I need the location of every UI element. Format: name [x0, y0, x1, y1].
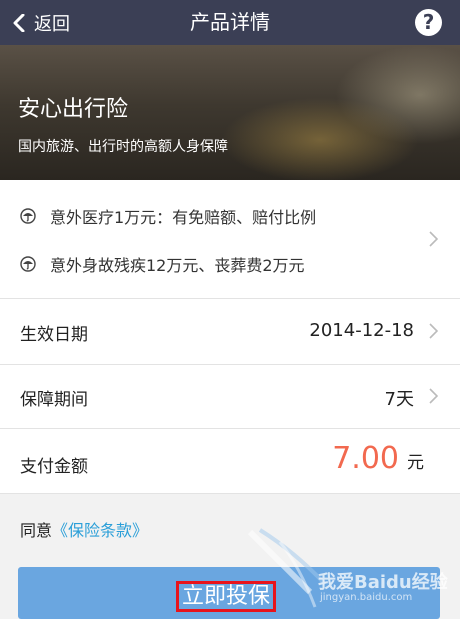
product-name: 安心出行险 [18, 97, 129, 122]
page-title: 产品详情 [190, 10, 270, 34]
top-nav-bar: 返回 产品详情 ? [0, 0, 460, 45]
umbrella-icon [20, 256, 36, 272]
benefit-item: 意外医疗1万元：有免赔额、赔付比例 [20, 204, 316, 228]
coverage-period-label: 保障期间 [20, 390, 88, 410]
payment-amount-value: 7.00 [332, 441, 399, 476]
buy-now-label: 立即投保 [176, 581, 276, 612]
product-subtitle: 国内旅游、出行时的高额人身保障 [18, 139, 228, 155]
chevron-right-icon [429, 231, 438, 247]
payment-amount-label: 支付金额 [20, 457, 88, 477]
coverage-period-row[interactable]: 保障期间 7天 [0, 365, 460, 429]
help-icon[interactable]: ? [415, 9, 442, 36]
benefit-text: 意外身故残疾12万元、丧葬费2万元 [50, 256, 305, 275]
product-banner: 安心出行险 国内旅游、出行时的高额人身保障 [0, 45, 460, 180]
effective-date-value: 2014-12-18 [309, 320, 414, 341]
benefit-text: 意外医疗1万元：有免赔额、赔付比例 [50, 208, 317, 227]
umbrella-icon [20, 208, 36, 224]
payment-amount-unit: 元 [407, 453, 424, 473]
chevron-right-icon [429, 388, 438, 404]
benefits-section[interactable]: 意外医疗1万元：有免赔额、赔付比例 意外身故残疾12万元、丧葬费2万元 [0, 180, 460, 299]
terms-link[interactable]: 《保险条款》 [52, 521, 148, 540]
terms-prefix: 同意 [20, 521, 53, 540]
terms-agreement: 同意《保险条款》 [20, 517, 148, 541]
buy-now-button[interactable]: 立即投保 [18, 567, 440, 619]
coverage-period-value: 7天 [384, 389, 414, 410]
benefit-item: 意外身故残疾12万元、丧葬费2万元 [20, 252, 305, 276]
effective-date-row[interactable]: 生效日期 2014-12-18 [0, 299, 460, 365]
payment-amount-row: 支付金额 7.00 元 [0, 429, 460, 494]
payment-amount: 7.00 元 [332, 441, 424, 476]
effective-date-label: 生效日期 [20, 325, 88, 345]
chevron-right-icon [429, 323, 438, 339]
